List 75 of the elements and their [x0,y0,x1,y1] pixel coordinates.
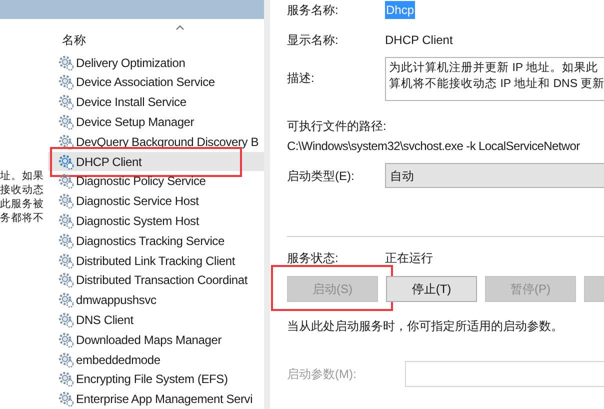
gear-icon [58,114,74,130]
service-row[interactable]: dmwappushsvc [48,290,264,310]
service-row[interactable]: Diagnostic Policy Service [48,171,264,192]
hint-text: 当从此处启动服务时，你可指定所适用的启动参数。 [287,318,564,335]
gear-icon [58,332,74,348]
startup-type-dropdown[interactable]: 自动 [385,163,604,188]
gear-icon [58,193,74,210]
description-text: 接收动态 [0,182,45,197]
service-row[interactable]: Diagnostics Tracking Service [48,230,264,251]
service-name: Downloaded Maps Manager [76,332,222,349]
service-name: embeddedmode [76,352,160,368]
service-row[interactable]: Distributed Transaction Coordinat [48,270,264,290]
service-row[interactable]: Device Association Service [48,72,264,92]
sort-up-icon [176,24,184,30]
column-header[interactable]: 名称 [62,30,86,49]
service-name: Delivery Optimization [76,54,186,72]
service-row[interactable]: Diagnostic System Host [48,211,264,231]
gear-icon [58,74,74,90]
gear-icon [58,272,74,288]
service-row[interactable]: Diagnostic Service Host [48,191,264,212]
description-line: 算机将不能接收动态 IP 地址和 DNS 更新 [389,76,604,92]
service-button[interactable]: 停止(T) [386,276,477,302]
gear-icon [58,134,74,150]
field-label: 描述: [287,70,316,87]
gear-icon [58,173,74,190]
gear-icon [58,352,74,368]
field-label: 服务状态: [287,250,340,267]
gear-icon [58,232,74,249]
service-name: Enterprise App Management Servi [76,391,253,408]
service-name: Distributed Link Tracking Client [76,252,236,270]
field-label: 启动参数(M): [287,366,358,383]
description-text: 此服务被 [0,196,45,211]
service-name: Device Install Service [76,94,186,112]
gear-icon [58,54,74,71]
gear-icon [58,312,74,328]
service-row[interactable]: embeddedmode [48,350,264,370]
service-row[interactable]: DHCP Client [48,152,264,172]
gear-icon [58,252,74,269]
service-row[interactable]: DNS Client [48,310,264,330]
service-name: dmwappushsvc [76,292,156,310]
field-label: 可执行文件的路径: [287,118,388,135]
service-name: DevQuery Background Discovery B [76,134,259,151]
service-name: Device Association Service [76,74,215,92]
gear-icon [58,94,74,110]
service-name: Distributed Transaction Coordinat [76,272,248,290]
service-name: Diagnostic Policy Service [76,173,206,190]
service-row[interactable]: Downloaded Maps Manager [48,330,264,350]
service-name: DNS Client [76,312,134,329]
service-name: Encrypting File System (EFS) [76,371,228,388]
service-name: Diagnostic Service Host [76,193,199,210]
description-text: 务都将不 [0,210,45,225]
service-row[interactable]: Device Install Service [48,92,264,112]
service-name: DHCP Client [76,154,142,171]
gear-icon [58,154,74,170]
description-line: 为此计算机注册并更新 IP 地址。如果此 [389,60,600,76]
field-label: 显示名称: [287,32,340,49]
gear-icon [58,212,74,229]
service-row[interactable]: DevQuery Background Discovery B [48,132,264,152]
gear-icon [58,292,74,308]
field-label: 启动类型(E): [287,168,356,184]
service-name: Diagnostics Tracking Service [76,232,224,250]
description-text: 址。如果 [0,168,45,183]
service-row[interactable]: Distributed Link Tracking Client [48,250,264,270]
service-row[interactable]: Delivery Optimization [48,52,264,72]
service-row[interactable]: Enterprise App Management Servi [48,389,264,409]
service-name: Diagnostic System Host [76,212,199,230]
description-box[interactable]: 为此计算机注册并更新 IP 地址。如果此 算机将不能接收动态 IP 地址和 DNS 更新 [385,57,604,101]
status-value: 正在运行 [385,250,433,267]
service-name: Device Setup Manager [76,114,194,131]
display-name-value: DHCP Client [385,32,453,49]
gear-icon [58,371,74,388]
service-row[interactable]: Device Setup Manager [48,112,264,132]
path-value: C:\Windows\system32\svchost.exe -k LocalServiceNetwor [287,138,581,155]
field-label: 服务名称: [287,2,340,19]
service-row[interactable]: Encrypting File System (EFS) [48,369,264,390]
